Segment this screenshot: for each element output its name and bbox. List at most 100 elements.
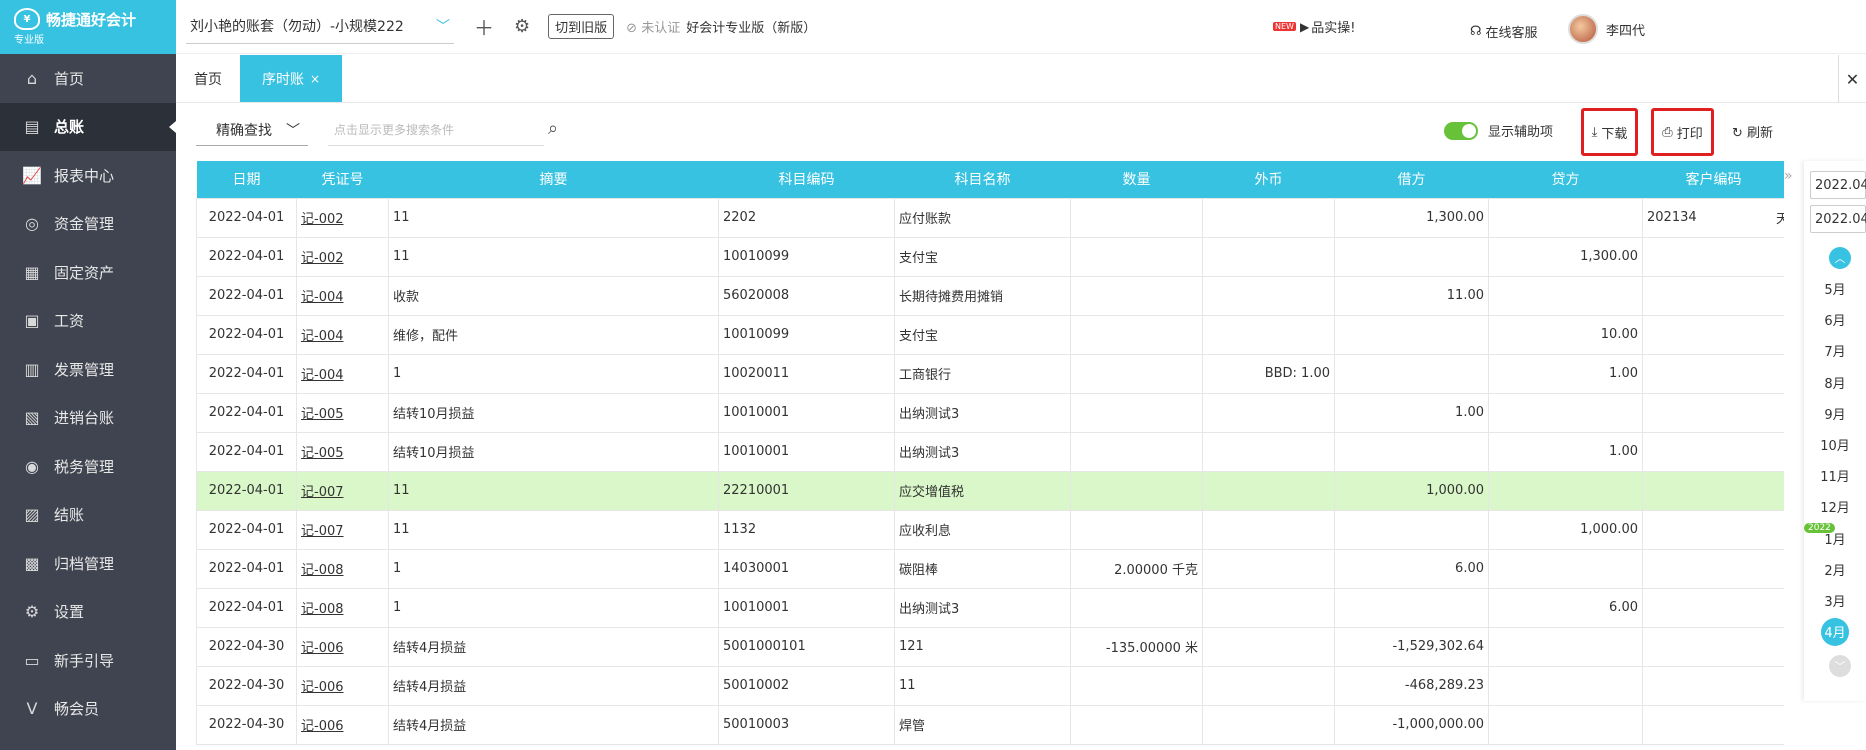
voucher-link[interactable]: 记-004: [296, 314, 389, 355]
promo-banner[interactable]: NEW ▶ 品实操!: [1273, 17, 1355, 36]
sidebar-item-6[interactable]: ▥ 发票管理: [0, 345, 176, 394]
sidebar-item-12[interactable]: ▭ 新手引导: [0, 636, 176, 685]
voucher-link[interactable]: 记-007: [296, 509, 389, 550]
add-icon[interactable]: ＋: [474, 12, 494, 41]
double-chevron-right-icon[interactable]: »: [1784, 168, 1793, 184]
table-row[interactable]: 2022-04-01 记-004 维修，配件 10010099 支付宝 10.00: [196, 314, 1784, 355]
month-item[interactable]: 12月: [1804, 491, 1866, 522]
sidebar-item-5[interactable]: ▣ 工资: [0, 297, 176, 346]
tab-home[interactable]: 首页: [176, 55, 240, 102]
voucher-link[interactable]: 记-004: [296, 275, 389, 316]
month-label: 9月: [1824, 407, 1846, 423]
table-row[interactable]: 2022-04-01 记-005 结转10月损益 10010001 出纳测试3 1.00: [196, 392, 1784, 433]
voucher-link[interactable]: 记-005: [296, 392, 389, 433]
sidebar-item-11[interactable]: ⚙ 设置: [0, 588, 176, 637]
column-header[interactable]: 科目名称: [894, 161, 1071, 198]
chevron-up-icon[interactable]: ︿: [1829, 247, 1851, 269]
voucher-link[interactable]: 记-006: [296, 665, 389, 706]
table-row[interactable]: 2022-04-01 记-008 1 10010001 出纳测试3 6.00: [196, 587, 1784, 628]
table-row[interactable]: 2022-04-30 记-006 结转4月损益 5001000101 121 -135.0…: [196, 626, 1784, 667]
table-cell: 出纳测试3: [894, 431, 1071, 472]
download-label: 下载: [1601, 126, 1628, 142]
wallet-icon: ▣: [24, 311, 40, 331]
account-select[interactable]: 刘小艳的账套（勿动）-小规模222 ﹀: [186, 10, 454, 44]
voucher-link[interactable]: 记-002: [296, 197, 389, 238]
table-row[interactable]: 2022-04-01 记-004 收款 56020008 长期待摊费用摊销 11.00: [196, 275, 1784, 316]
column-header[interactable]: 客户编码: [1642, 161, 1784, 198]
column-header[interactable]: 日期: [196, 161, 297, 198]
sidebar-item-0[interactable]: ⌂ 首页: [0, 54, 176, 103]
gear-icon[interactable]: ⚙: [514, 16, 530, 37]
table-cell: 10010001: [718, 431, 895, 472]
table-row[interactable]: 2022-04-01 记-007 11 22210001 应交增值税 1,000.00: [196, 470, 1784, 511]
start-period-input[interactable]: 2022.04: [1810, 171, 1866, 199]
month-item[interactable]: 10月: [1804, 429, 1866, 460]
column-header[interactable]: 凭证号: [296, 161, 389, 198]
online-service-button[interactable]: ☊ 在线客服: [1470, 22, 1538, 41]
voucher-link[interactable]: 记-004: [296, 353, 389, 394]
precise-search-select[interactable]: 精确查找 ﹀: [196, 114, 308, 146]
voucher-link[interactable]: 记-008: [296, 587, 389, 628]
table-row[interactable]: 2022-04-01 记-002 11 2202 应付账款 1,300.00 202134: [196, 197, 1784, 238]
sidebar-item-label: 畅会员: [54, 700, 100, 719]
column-header[interactable]: 摘要: [388, 161, 719, 198]
download-button[interactable]: ⤓ 下载: [1581, 108, 1638, 156]
sidebar-item-13[interactable]: V 畅会员: [0, 685, 176, 734]
column-header[interactable]: 外币: [1202, 161, 1335, 198]
table-row[interactable]: 2022-04-01 记-004 1 10020011 工商银行 BBD: 1.00 1.0…: [196, 353, 1784, 394]
sidebar-item-4[interactable]: ▦ 固定资产: [0, 248, 176, 297]
month-item[interactable]: 2月: [1804, 554, 1866, 585]
month-item[interactable]: 3月: [1804, 585, 1866, 616]
user-menu[interactable]: 李四代: [1568, 14, 1645, 44]
sidebar-item-1[interactable]: ▤ 总账: [0, 102, 176, 151]
tab-journal[interactable]: 序时账 ×: [240, 55, 342, 102]
voucher-link[interactable]: 记-002: [296, 236, 389, 277]
table-row[interactable]: 2022-04-01 记-007 11 1132 应收利息 1,000.00: [196, 509, 1784, 550]
month-item[interactable]: 7月: [1804, 335, 1866, 366]
voucher-link[interactable]: 记-005: [296, 431, 389, 472]
table-row[interactable]: 2022-04-30 记-006 结转4月损益 50010003 焊管 -1,000,00…: [196, 704, 1784, 745]
table-row[interactable]: 2022-04-01 记-002 11 10010099 支付宝 1,300.00: [196, 236, 1784, 277]
table-row[interactable]: 2022-04-01 记-008 1 14030001 碳阻棒 2.00000 千克 6.0…: [196, 548, 1784, 589]
month-item[interactable]: 2022 1月: [1804, 522, 1866, 554]
column-header[interactable]: 贷方: [1488, 161, 1643, 198]
table-row[interactable]: 2022-04-30 记-006 结转4月损益 50010002 11 -468,289.…: [196, 665, 1784, 706]
month-item[interactable]: 9月: [1804, 398, 1866, 429]
app-logo[interactable]: ¥ 畅捷通好会计 专业版: [0, 0, 176, 54]
end-period-input[interactable]: 2022.04: [1810, 205, 1866, 233]
voucher-link[interactable]: 记-006: [296, 704, 389, 745]
switch-old-version-button[interactable]: 切到旧版: [548, 14, 615, 39]
sidebar-item-2[interactable]: 📈 报表中心: [0, 151, 176, 200]
month-item[interactable]: 5月: [1804, 273, 1866, 304]
sidebar-item-3[interactable]: ◎ 资金管理: [0, 200, 176, 249]
month-item[interactable]: 6月: [1804, 304, 1866, 335]
sidebar-item-10[interactable]: ▩ 归档管理: [0, 539, 176, 588]
close-icon[interactable]: ×: [310, 72, 320, 86]
column-header[interactable]: 借方: [1334, 161, 1489, 198]
month-item[interactable]: 11月: [1804, 460, 1866, 491]
search-icon[interactable]: ⌕: [548, 118, 558, 139]
column-header[interactable]: 科目编码: [718, 161, 895, 198]
table-cell: [1334, 314, 1489, 355]
print-button[interactable]: ⎙ 打印: [1651, 108, 1714, 156]
chevron-down-icon[interactable]: ﹀: [1829, 655, 1851, 678]
show-aux-toggle[interactable]: [1444, 121, 1478, 140]
refresh-button[interactable]: ↻ 刷新: [1732, 122, 1773, 141]
sidebar-item-9[interactable]: ▨ 结账: [0, 491, 176, 540]
table-cell: -1,000,000.00: [1334, 704, 1489, 745]
voucher-link[interactable]: 记-007: [296, 470, 389, 511]
column-header[interactable]: 数量: [1070, 161, 1203, 198]
voucher-link[interactable]: 记-008: [296, 548, 389, 589]
sidebar-item-8[interactable]: ◉ 税务管理: [0, 442, 176, 491]
sidebar-item-label: 首页: [54, 69, 85, 88]
month-item[interactable]: 4月: [1804, 616, 1866, 647]
search-conditions-input[interactable]: 点击显示更多搜索条件: [328, 114, 544, 146]
sidebar-item-7[interactable]: ▧ 进销台账: [0, 394, 176, 443]
voucher-link[interactable]: 记-006: [296, 626, 389, 667]
table-row[interactable]: 2022-04-01 记-005 结转10月损益 10010001 出纳测试3 1.00: [196, 431, 1784, 472]
close-all-tabs-icon[interactable]: ✕: [1838, 55, 1866, 103]
table-cell: [1488, 197, 1643, 238]
table-cell: 1.00: [1488, 431, 1643, 472]
month-item[interactable]: 8月: [1804, 367, 1866, 398]
table-cell: 11: [388, 236, 719, 277]
